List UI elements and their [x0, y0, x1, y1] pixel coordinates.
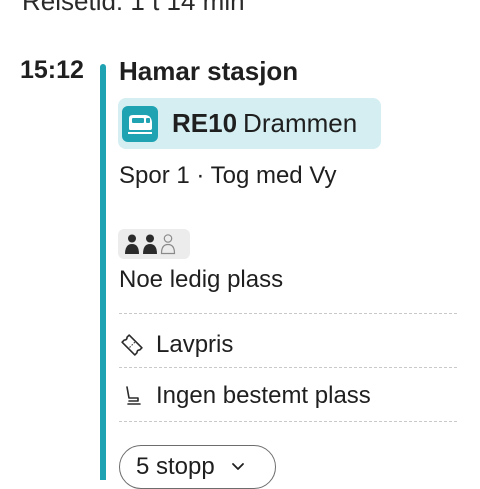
platform-info: Spor 1 · Tog med Vy — [119, 162, 337, 189]
stops-button-label: 5 stopp — [136, 453, 215, 480]
feature-row-price: Lavpris — [119, 331, 233, 359]
crowding-badge — [118, 229, 190, 259]
feature-label: Lavpris — [156, 331, 234, 358]
departure-time: 15:12 — [20, 56, 84, 84]
divider — [119, 421, 457, 422]
chevron-down-icon — [231, 460, 245, 474]
crowding-people-icon — [125, 234, 176, 255]
divider — [119, 313, 457, 314]
ticket-icon — [119, 332, 145, 358]
route-timeline-bar — [100, 64, 106, 480]
crowding-label: Noe ledig plass — [119, 266, 284, 293]
divider — [119, 367, 457, 368]
stops-toggle-button[interactable]: 5 stopp — [119, 445, 276, 489]
line-destination: Drammen — [243, 108, 358, 138]
feature-row-seat: Ingen bestemt plass — [119, 382, 371, 410]
seat-icon — [119, 383, 145, 409]
line-code: RE10 — [172, 108, 238, 138]
travel-time-header: Reisetid: 1 t 14 min — [22, 0, 245, 16]
train-icon — [122, 105, 158, 142]
line-badge[interactable]: RE10 Drammen — [118, 98, 381, 149]
feature-label: Ingen bestemt plass — [156, 382, 371, 409]
stop-name: Hamar stasjon — [119, 56, 299, 86]
